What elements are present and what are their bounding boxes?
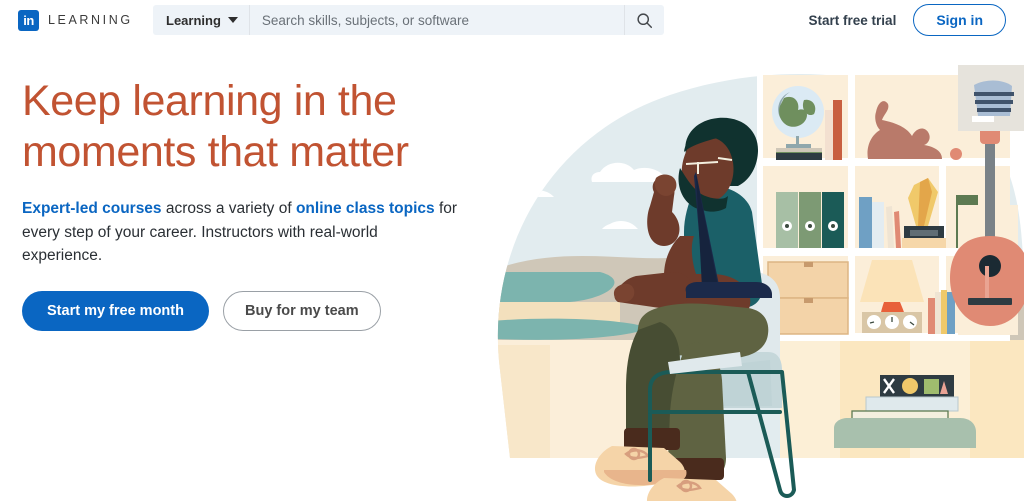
search-scope-label: Learning (166, 12, 221, 28)
buy-for-my-team-button[interactable]: Buy for my team (222, 291, 381, 332)
brand-wordmark: LEARNING (48, 13, 133, 27)
linkedin-learning-landing-page: in LEARNING Learning Start free trial Si… (0, 0, 1024, 501)
expert-led-courses-link[interactable]: Expert-led courses (22, 200, 162, 217)
linkedin-in-icon: in (18, 9, 39, 31)
search-icon (637, 12, 653, 28)
person-learning-on-laptop-illustration (497, 65, 1024, 501)
sign-in-button[interactable]: Sign in (913, 4, 1006, 36)
globe (772, 86, 824, 160)
ottoman (834, 418, 976, 448)
shape-sorter-box (880, 375, 954, 397)
hero-headline-line-1: Keep learning in the (22, 77, 397, 125)
hero-cta-group: Start my free month Buy for my team (22, 291, 492, 332)
hero-copy-block: Keep learning in the moments that matter… (22, 76, 492, 332)
hero-headline-line-2: moments that matter (22, 127, 409, 176)
clocks (862, 312, 922, 333)
hero-illustration (480, 40, 1024, 501)
search-bar: Learning (153, 5, 664, 35)
search-input[interactable] (249, 5, 624, 35)
linkedin-learning-logo[interactable]: in LEARNING (18, 9, 133, 31)
chevron-down-icon (227, 17, 238, 23)
hero-subcopy-mid: across a variety of (161, 200, 296, 218)
search-scope-dropdown[interactable]: Learning (153, 5, 250, 35)
start-my-free-month-button[interactable]: Start my free month (22, 291, 209, 332)
header-actions: Start free trial Sign in (809, 0, 1006, 40)
global-header: in LEARNING Learning Start free trial Si… (0, 0, 1024, 40)
online-class-topics-link[interactable]: online class topics (296, 200, 435, 217)
search-submit-button[interactable] (624, 5, 664, 35)
start-free-trial-link[interactable]: Start free trial (809, 13, 897, 28)
framed-picture (958, 65, 1024, 131)
hero-headline: Keep learning in the moments that matter (22, 76, 492, 177)
binders (776, 192, 844, 248)
hero-subcopy: Expert-led courses across a variety of o… (22, 197, 462, 267)
